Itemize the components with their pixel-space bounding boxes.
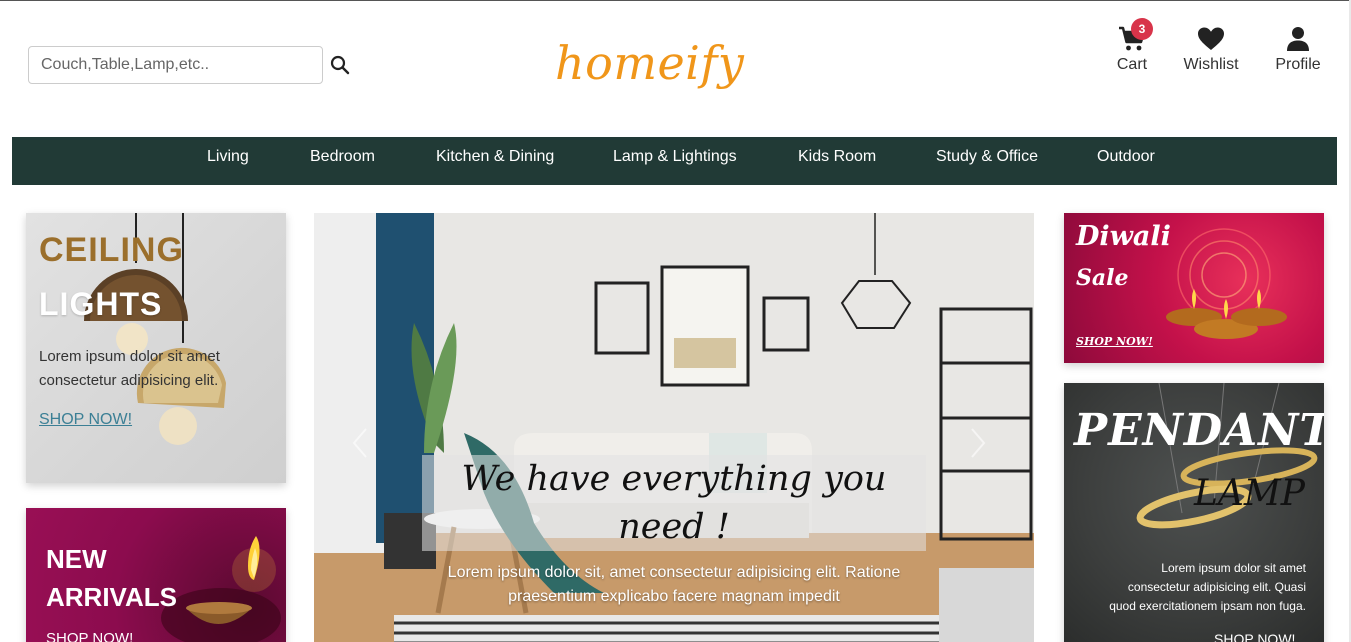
profile-label: Profile xyxy=(1275,56,1321,73)
new-arrivals-shop-link[interactable]: SHOP NOW! xyxy=(46,630,133,642)
ceiling-lights-card[interactable]: CEILING LIGHTS Lorem ipsum dolor sit ame… xyxy=(26,213,286,483)
pendant-subtitle: LAMP xyxy=(1194,473,1305,514)
diwali-sale-card[interactable]: Diwali Sale SHOP NOW! xyxy=(1064,213,1324,363)
search-icon[interactable] xyxy=(329,54,351,76)
nav-item-study-office[interactable]: Study & Office xyxy=(936,137,1038,185)
diwali-title: Diwali xyxy=(1076,221,1171,252)
nav-item-lamp-lightings[interactable]: Lamp & Lightings xyxy=(613,137,737,185)
cart-button[interactable]: 3 Cart xyxy=(1112,18,1153,74)
profile-button[interactable]: Profile xyxy=(1272,26,1324,74)
chevron-right-icon[interactable] xyxy=(966,423,990,463)
diya-image xyxy=(161,536,281,642)
cart-label: Cart xyxy=(1116,56,1148,73)
ceiling-subtitle: LIGHTS xyxy=(39,286,163,322)
category-nav: Living Bedroom Kitchen & Dining Lamp & L… xyxy=(12,137,1337,185)
hero-carousel: We have everything you need ! Lorem ipsu… xyxy=(314,213,1034,642)
new-arrivals-card[interactable]: NEW ARRIVALS SHOP NOW! xyxy=(26,508,286,642)
nav-item-kitchen-dining[interactable]: Kitchen & Dining xyxy=(436,137,554,185)
top-border xyxy=(0,0,1351,1)
wishlist-label: Wishlist xyxy=(1183,56,1239,73)
heart-icon xyxy=(1180,26,1242,52)
pendant-title: PENDANT xyxy=(1074,405,1324,456)
wishlist-button[interactable]: Wishlist xyxy=(1180,26,1242,74)
pendant-shop-link[interactable]: SHOP NOW! xyxy=(1214,631,1295,642)
user-icon xyxy=(1272,26,1324,52)
new-arrivals-title: NEW xyxy=(46,544,107,574)
hero-subtext: Lorem ipsum dolor sit, amet consectetur … xyxy=(447,564,901,605)
chevron-left-icon[interactable] xyxy=(348,423,372,463)
cart-count-badge: 3 xyxy=(1131,18,1153,40)
nav-item-outdoor[interactable]: Outdoor xyxy=(1097,137,1155,185)
hero-headline: We have everything you need ! xyxy=(461,459,887,547)
pendant-lamp-card[interactable]: PENDANT LAMP Lorem ipsum dolor sit amet … xyxy=(1064,383,1324,642)
ceiling-description: Lorem ipsum dolor sit amet consectetur a… xyxy=(39,348,220,389)
new-arrivals-subtitle: ARRIVALS xyxy=(46,582,177,612)
diwali-subtitle: Sale xyxy=(1076,265,1129,291)
pendant-description: Lorem ipsum dolor sit amet consectetur a… xyxy=(1109,561,1306,613)
nav-item-bedroom[interactable]: Bedroom xyxy=(310,137,375,185)
nav-item-living[interactable]: Living xyxy=(207,137,249,185)
site-logo[interactable]: homeify xyxy=(555,36,744,90)
ceiling-shop-link[interactable]: SHOP NOW! xyxy=(39,411,132,429)
search-input[interactable] xyxy=(28,46,323,84)
nav-item-kids-room[interactable]: Kids Room xyxy=(798,137,876,185)
ceiling-title: CEILING xyxy=(39,231,184,269)
diwali-shop-link[interactable]: SHOP NOW! xyxy=(1076,335,1153,348)
